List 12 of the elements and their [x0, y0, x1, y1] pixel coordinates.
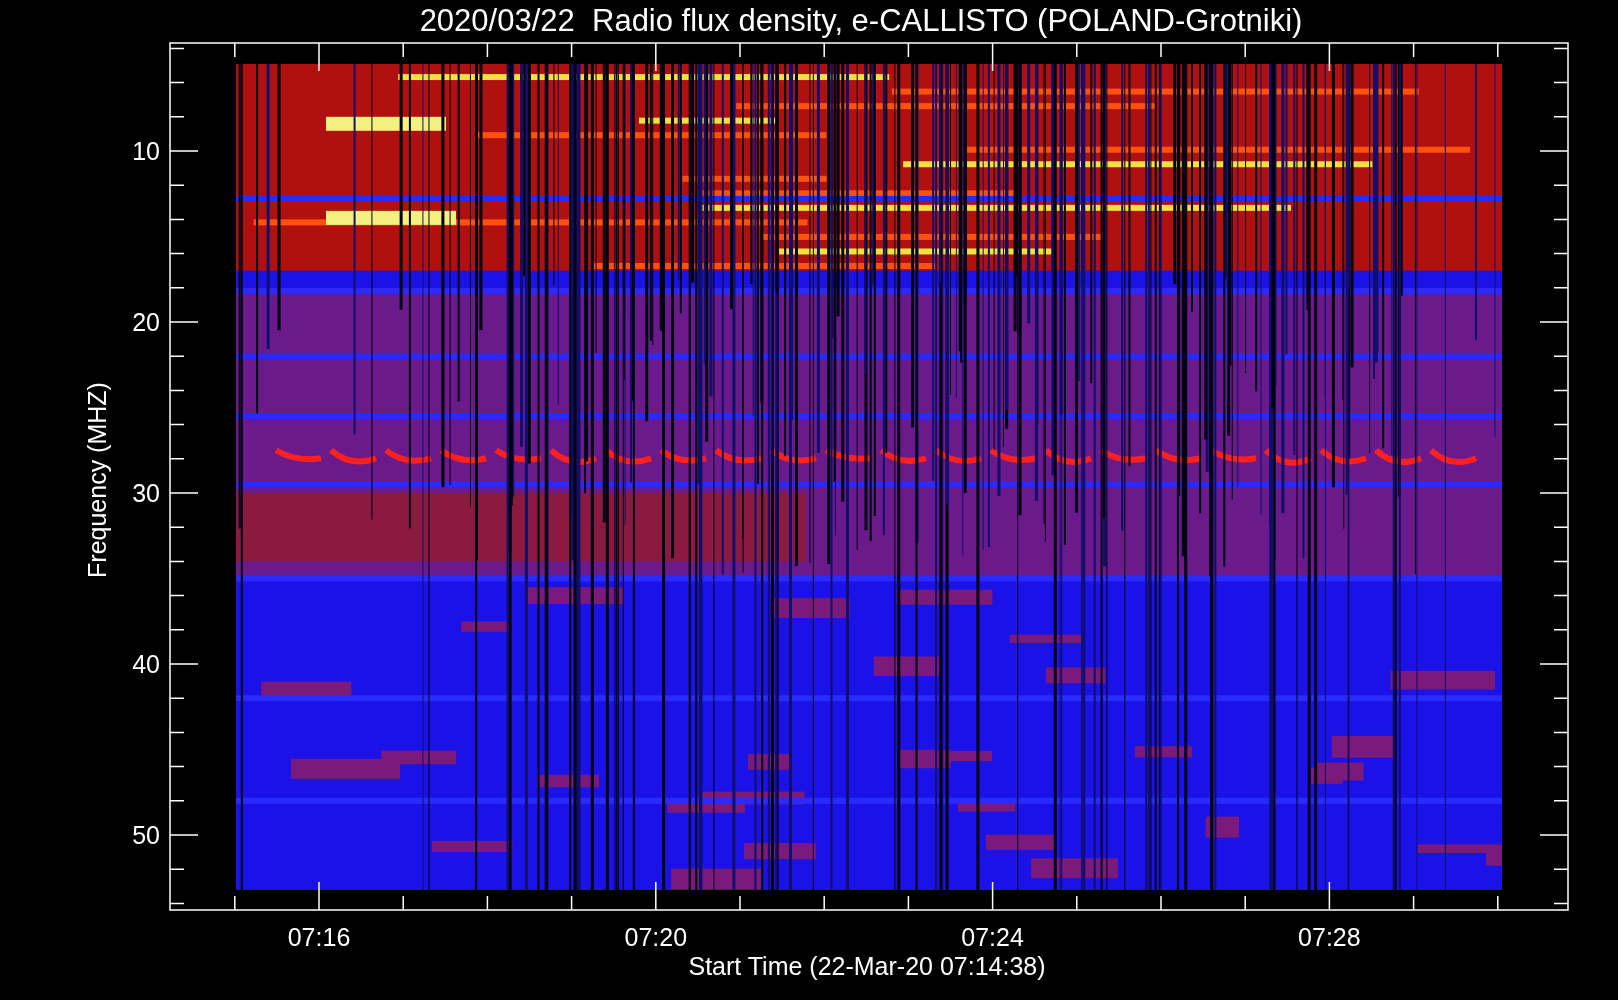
x-tick-label: 07:16: [287, 923, 351, 951]
x-tick-label: 07:20: [624, 923, 688, 951]
x-tick-label: 07:24: [961, 923, 1024, 951]
y-tick-label: 50: [132, 821, 160, 849]
y-tick-label: 30: [132, 479, 160, 507]
chart-title: 2020/03/22 Radio flux density, e-CALLISTO (POLAND-Grotniki): [419, 3, 1303, 38]
y-tick-label: 20: [132, 308, 160, 336]
x-axis-title: Start Time (22-Mar-20 07:14:38): [688, 952, 1046, 980]
y-tick-label: 40: [132, 650, 160, 678]
x-tick-label: 07:28: [1298, 923, 1361, 951]
y-axis-title: Frequency (MHZ): [83, 382, 111, 578]
y-tick-label: 10: [132, 137, 160, 165]
